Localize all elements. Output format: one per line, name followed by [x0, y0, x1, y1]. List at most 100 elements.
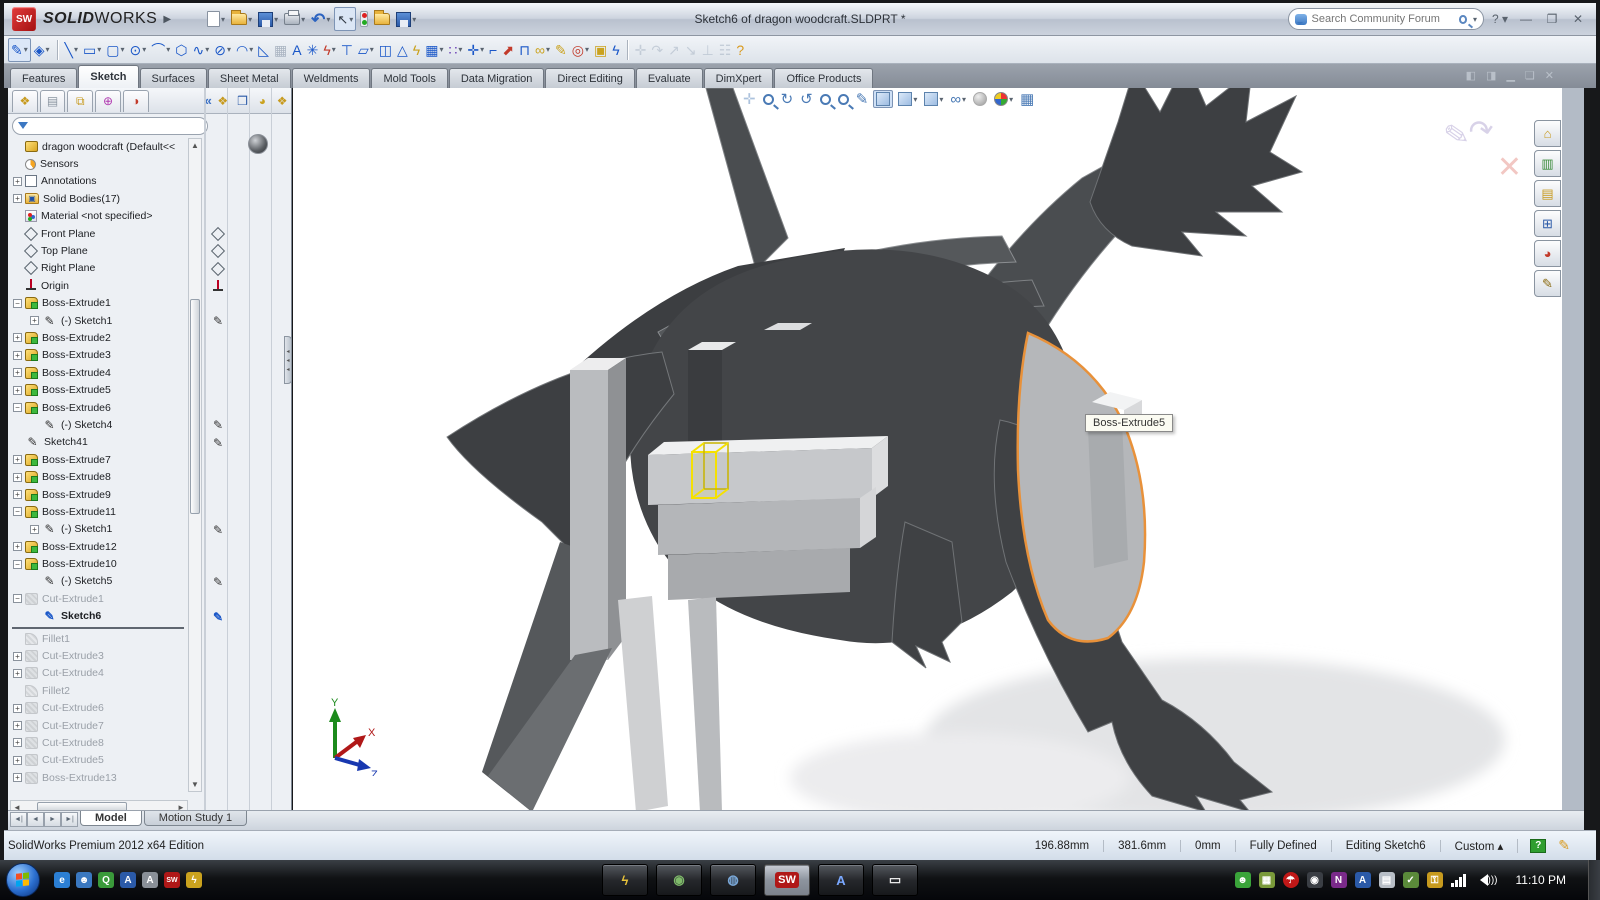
tree-item[interactable]: + ✎ (-) Sketch1: [10, 521, 186, 538]
tab-sheet-metal[interactable]: Sheet Metal: [207, 68, 291, 88]
dropdown-icon[interactable]: ▾: [480, 45, 484, 54]
tab-data-migration[interactable]: Data Migration: [448, 68, 545, 88]
dropdown-icon[interactable]: ▾: [97, 45, 101, 54]
options-icon[interactable]: [372, 7, 392, 31]
start-button[interactable]: [6, 863, 40, 897]
tree-item[interactable]: + Boss-Extrude3: [10, 347, 186, 364]
rollback-bar[interactable]: [12, 626, 184, 629]
solidworks-icon[interactable]: SW: [164, 872, 180, 888]
dropdown-icon[interactable]: ▾: [939, 95, 943, 104]
tree-item[interactable]: Right Plane: [10, 260, 186, 277]
restore-button[interactable]: ❐: [1542, 12, 1562, 26]
tab-weldments[interactable]: Weldments: [291, 68, 371, 88]
expand-icon[interactable]: +: [13, 703, 22, 713]
dropdown-icon[interactable]: ▾: [249, 45, 253, 54]
expand-icon[interactable]: +: [13, 738, 22, 748]
tree-item[interactable]: Fillet2: [10, 682, 186, 699]
appearances-tab[interactable]: ◕: [1534, 240, 1561, 267]
tray-lock-icon[interactable]: ⚿: [1426, 872, 1443, 888]
app-globe-hand[interactable]: ◉: [656, 864, 702, 896]
tree-item[interactable]: + Boss-Extrude12: [10, 538, 186, 555]
design-library-tab[interactable]: ▥: [1534, 150, 1561, 177]
home-tab[interactable]: ⌂: [1534, 120, 1561, 147]
next-config-icon[interactable]: ►: [44, 812, 61, 827]
tray-onenote-icon[interactable]: N: [1330, 872, 1347, 888]
search-icon[interactable]: [1458, 14, 1467, 24]
doc-prev-icon[interactable]: ◧: [1466, 69, 1476, 82]
convert-entities-icon[interactable]: ⊤: [339, 38, 355, 62]
configuration-tab[interactable]: ⧉: [67, 89, 94, 112]
move-entities-icon[interactable]: ✛ ▾: [465, 38, 486, 62]
dynamic-mirror-icon[interactable]: △: [395, 38, 410, 62]
tree-item[interactable]: + Cut-Extrude6: [10, 700, 186, 717]
tab-mold-tools[interactable]: Mold Tools: [371, 68, 448, 88]
snap-grid-icon[interactable]: ☷: [717, 38, 734, 62]
expand-icon[interactable]: +: [30, 316, 39, 326]
tree-item[interactable]: + Boss-Extrude8: [10, 468, 186, 485]
expand-icon[interactable]: +: [13, 368, 22, 378]
volume-icon[interactable]: ))): [1474, 874, 1498, 886]
text-icon[interactable]: A: [290, 38, 303, 62]
rebuild-traffic-icon[interactable]: [358, 7, 370, 31]
tree-item[interactable]: + Boss-Extrude7: [10, 451, 186, 468]
corner-rectangle-icon[interactable]: ▭ ▾: [81, 38, 103, 62]
snap-line-icon[interactable]: ↗: [666, 38, 682, 62]
tree-item[interactable]: − Boss-Extrude6: [10, 399, 186, 416]
tab-office-products[interactable]: Office Products: [774, 68, 874, 88]
tree-item[interactable]: ✎ Sketch41: [10, 434, 186, 451]
snap-perp-icon[interactable]: ⊥: [700, 38, 716, 62]
menu-expand-arrow[interactable]: ▶: [163, 14, 171, 25]
tree-item[interactable]: − Cut-Extrude1: [10, 590, 186, 607]
display-manager-tab[interactable]: ◑: [122, 89, 149, 112]
dropdown-icon[interactable]: ▾: [585, 45, 589, 54]
undo-icon[interactable]: ↶ ▾: [309, 7, 332, 31]
tree-vertical-scrollbar[interactable]: ▲ ▼: [188, 138, 202, 792]
tray-clipboard-icon[interactable]: ▤: [1378, 872, 1395, 888]
rotate-view-icon[interactable]: ↻: [779, 91, 796, 108]
tree-item[interactable]: + ▣ Solid Bodies(17): [10, 190, 186, 207]
dimxpert-tab[interactable]: ⊕: [95, 89, 121, 112]
dropdown-icon[interactable]: ▾: [301, 15, 305, 24]
tray-a-icon[interactable]: A: [1354, 872, 1371, 888]
scene-icon[interactable]: ▦: [1018, 91, 1036, 108]
dropdown-icon[interactable]: ▾: [332, 45, 336, 54]
linear-pattern-icon[interactable]: ▦ ▾: [423, 38, 445, 62]
smart-dimension-icon[interactable]: ◈ ▾: [32, 38, 52, 62]
open-icon[interactable]: ▾: [229, 7, 254, 31]
tree-item[interactable]: Sensors: [10, 155, 186, 172]
tree-filter[interactable]: [12, 117, 208, 135]
dropdown-icon[interactable]: ▾: [1009, 95, 1013, 104]
collapse-icon[interactable]: −: [13, 559, 22, 569]
sketch-picture-icon[interactable]: ▣: [592, 38, 609, 62]
point-icon[interactable]: ✳: [305, 38, 321, 62]
doc-close-icon[interactable]: ✕: [1545, 69, 1554, 82]
offset-entities-icon[interactable]: ▱ ▾: [356, 38, 376, 62]
collapse-icon[interactable]: −: [13, 594, 22, 604]
expand-icon[interactable]: +: [13, 651, 22, 661]
tree-item[interactable]: + Cut-Extrude3: [10, 647, 186, 664]
tray-person-icon[interactable]: ☻: [1234, 872, 1251, 888]
dropdown-icon[interactable]: ▾: [24, 45, 28, 54]
design-checker-icon[interactable]: ▾: [394, 7, 418, 31]
file-explorer-tab[interactable]: ▤: [1534, 180, 1561, 207]
tree-item[interactable]: Material <not specified>: [10, 208, 186, 225]
tab-motion-study[interactable]: Motion Study 1: [143, 811, 248, 826]
select-icon[interactable]: ↖ ▾: [334, 7, 357, 31]
search-input[interactable]: [1311, 13, 1454, 25]
tree-item[interactable]: ✎ Sketch6: [10, 608, 186, 625]
tree-item[interactable]: Top Plane: [10, 242, 186, 259]
app-a-blue-icon[interactable]: A: [120, 872, 136, 888]
tree-item[interactable]: ✎ (-) Sketch4: [10, 416, 186, 433]
snap-arc-icon[interactable]: ↷: [649, 38, 665, 62]
units-selector[interactable]: Custom ▴: [1441, 838, 1519, 853]
expand-icon[interactable]: +: [30, 524, 39, 534]
network-signal-icon[interactable]: [1450, 873, 1466, 887]
zoom-fit-icon[interactable]: [761, 93, 776, 106]
tab-model[interactable]: Model: [80, 811, 142, 826]
expand-icon[interactable]: +: [13, 194, 22, 204]
panel-splitter[interactable]: ◂ ◂ ◂: [284, 336, 292, 384]
centerpoint-arc-icon[interactable]: ⌒ ▾: [149, 38, 172, 62]
instant2d-icon[interactable]: ϟ: [610, 38, 621, 62]
tree-item[interactable]: Fillet1: [10, 630, 186, 647]
dropdown-icon[interactable]: ▾: [205, 45, 209, 54]
